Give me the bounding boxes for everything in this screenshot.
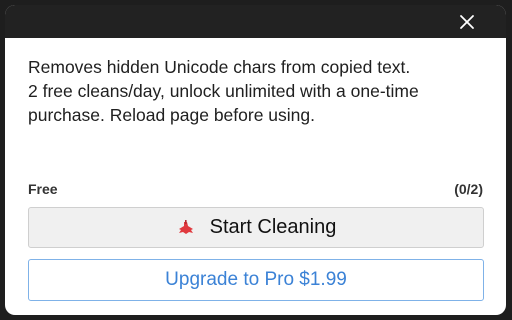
plan-label: Free bbox=[28, 181, 58, 197]
title-bar bbox=[5, 5, 506, 38]
popup-content: Removes hidden Unicode chars from copied… bbox=[28, 55, 486, 301]
start-cleaning-label: Start Cleaning bbox=[209, 216, 337, 238]
description: Removes hidden Unicode chars from copied… bbox=[28, 55, 486, 127]
description-line-2: 2 free cleans/day, unlock unlimited with… bbox=[28, 81, 419, 125]
close-button[interactable] bbox=[456, 11, 478, 33]
description-line-1: Removes hidden Unicode chars from copied… bbox=[28, 57, 411, 77]
extension-popup: Removes hidden Unicode chars from copied… bbox=[5, 5, 506, 315]
usage-row: Free (0/2) bbox=[28, 181, 483, 197]
close-icon bbox=[460, 15, 474, 29]
usage-count: (0/2) bbox=[454, 181, 483, 197]
upgrade-button[interactable]: Upgrade to Pro $1.99 bbox=[28, 259, 484, 301]
start-cleaning-button[interactable]: Start Cleaning bbox=[28, 207, 484, 248]
broom-icon bbox=[178, 219, 193, 234]
upgrade-label: Upgrade to Pro $1.99 bbox=[165, 269, 347, 290]
